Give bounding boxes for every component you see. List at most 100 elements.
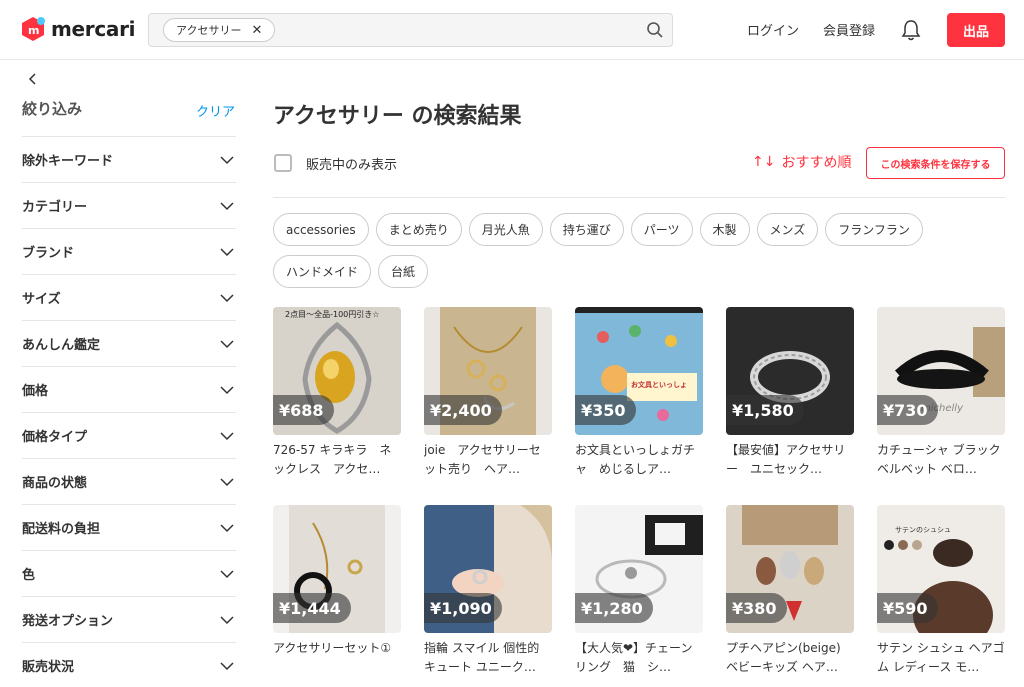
filter-list: 除外キーワード カテゴリー ブランド サイズ あんしん鑑定 価格 価格タイプ 商… bbox=[22, 136, 236, 687]
filter-label: 配送料の負担 bbox=[22, 522, 101, 537]
logo-text: mercari bbox=[51, 17, 136, 41]
item-card[interactable]: ¥1,280 【大人気❤】チェーンリング 猫 シ… bbox=[575, 505, 703, 677]
search-icon[interactable] bbox=[646, 21, 664, 39]
tag-chip[interactable]: 持ち運び bbox=[549, 213, 624, 246]
chevron-down-icon bbox=[220, 247, 234, 256]
filter-item[interactable]: 配送料の負担 bbox=[22, 504, 236, 550]
chevron-left-icon[interactable] bbox=[26, 72, 40, 86]
search-keyword-chip[interactable]: アクセサリー ✕ bbox=[163, 18, 276, 42]
tag-chip[interactable]: 木製 bbox=[699, 213, 750, 246]
thumb-overlay-text: サテンのシュシュ bbox=[895, 526, 951, 534]
item-card[interactable]: サテンのシュシュ ¥590 サテン シュシュ ヘアゴム レディース モ… bbox=[877, 505, 1005, 677]
filter-label: 色 bbox=[22, 568, 36, 583]
svg-text:m: m bbox=[28, 24, 39, 37]
filter-item[interactable]: 除外キーワード bbox=[22, 136, 236, 182]
item-card[interactable]: ¥380 プチヘアピン(beige) ベビーキッズ ヘア… bbox=[726, 505, 854, 677]
item-card[interactable]: お文具といっしょ ¥350 お文具といっしょガチャ めじるしア… bbox=[575, 307, 703, 479]
price-badge: ¥2,400 bbox=[424, 395, 502, 425]
sort-label: おすすめ順 bbox=[781, 155, 852, 171]
filter-item[interactable]: カテゴリー bbox=[22, 182, 236, 228]
item-card[interactable]: 2点目〜全品-100円引き☆ ¥688 726-57 キラキラ ネックレス アク… bbox=[273, 307, 401, 479]
item-image: サテンのシュシュ ¥590 bbox=[877, 505, 1005, 633]
item-name: カチューシャ ブラック ベルベット ベロ… bbox=[877, 443, 1001, 476]
item-image: 2点目〜全品-100円引き☆ ¥688 bbox=[273, 307, 401, 435]
filter-item[interactable]: サイズ bbox=[22, 274, 236, 320]
onsale-label[interactable]: 販売中のみ表示 bbox=[306, 154, 397, 173]
chevron-down-icon bbox=[220, 201, 234, 210]
tag-chip[interactable]: ハンドメイド bbox=[273, 255, 372, 288]
related-tags: accessories まとめ売り 月光人魚 持ち運び パーツ 木製 メンズ フ… bbox=[273, 213, 973, 288]
search-input[interactable]: アクセサリー ✕ bbox=[148, 13, 673, 47]
tag-chip[interactable]: メンズ bbox=[756, 213, 819, 246]
item-image: お文具といっしょ ¥350 bbox=[575, 307, 703, 435]
filter-item[interactable]: 価格 bbox=[22, 366, 236, 412]
signup-link[interactable]: 会員登録 bbox=[823, 20, 875, 39]
save-search-button[interactable]: この検索条件を保存する bbox=[866, 147, 1005, 179]
chevron-down-icon bbox=[220, 155, 234, 164]
filter-label: あんしん鑑定 bbox=[22, 338, 101, 353]
item-card[interactable]: ¥2,400 joie アクセサリーセット売り ヘア… bbox=[424, 307, 552, 479]
price-badge: ¥590 bbox=[877, 593, 938, 623]
item-name: 指輪 スマイル 個性的 キュート ユニーク… bbox=[424, 641, 540, 674]
filter-item[interactable]: 発送オプション bbox=[22, 596, 236, 642]
price-badge: ¥1,580 bbox=[726, 395, 804, 425]
chevron-down-icon bbox=[220, 385, 234, 394]
item-name: 726-57 キラキラ ネックレス アクセ… bbox=[273, 443, 392, 476]
header: m mercari アクセサリー ✕ ログイン 会員登録 出品 bbox=[0, 0, 1024, 60]
filter-item[interactable]: ブランド bbox=[22, 228, 236, 274]
filter-title: 絞り込み bbox=[22, 100, 83, 118]
filter-item[interactable]: 価格タイプ bbox=[22, 412, 236, 458]
filter-item[interactable]: 商品の状態 bbox=[22, 458, 236, 504]
item-card[interactable]: ¥1,444 アクセサリーセット① bbox=[273, 505, 401, 677]
price-badge: ¥1,090 bbox=[424, 593, 502, 623]
item-name: 【最安値】アクセサリー ユニセック… bbox=[726, 443, 846, 476]
chevron-down-icon bbox=[220, 523, 234, 532]
tag-chip[interactable]: フランフラン bbox=[825, 213, 923, 246]
chevron-down-icon bbox=[220, 477, 234, 486]
tag-chip[interactable]: パーツ bbox=[630, 213, 693, 246]
divider bbox=[273, 197, 1005, 198]
price-badge: ¥730 bbox=[877, 395, 938, 425]
item-image: ¥1,090 bbox=[424, 505, 552, 633]
tag-chip[interactable]: 月光人魚 bbox=[468, 213, 543, 246]
item-name: 【大人気❤】チェーンリング 猫 シ… bbox=[575, 641, 693, 674]
item-grid: 2点目〜全品-100円引き☆ ¥688 726-57 キラキラ ネックレス アク… bbox=[273, 307, 1005, 677]
item-image: ¥1,280 bbox=[575, 505, 703, 633]
mercari-logo[interactable]: m mercari bbox=[20, 16, 136, 42]
onsale-checkbox[interactable] bbox=[274, 154, 292, 172]
item-image: michelly ¥730 bbox=[877, 307, 1005, 435]
price-badge: ¥1,444 bbox=[273, 593, 351, 623]
sell-button[interactable]: 出品 bbox=[947, 13, 1005, 47]
filter-label: ブランド bbox=[22, 246, 75, 261]
tag-chip[interactable]: まとめ売り bbox=[375, 213, 462, 246]
close-icon[interactable]: ✕ bbox=[251, 23, 262, 38]
filter-label: 商品の状態 bbox=[22, 476, 88, 491]
tag-chip[interactable]: accessories bbox=[273, 213, 369, 246]
item-name: プチヘアピン(beige) ベビーキッズ ヘア… bbox=[726, 641, 841, 674]
filter-item[interactable]: あんしん鑑定 bbox=[22, 320, 236, 366]
clear-filters-link[interactable]: クリア bbox=[196, 101, 235, 120]
filter-item[interactable]: 販売状況 bbox=[22, 642, 236, 687]
price-badge: ¥350 bbox=[575, 395, 636, 425]
price-badge: ¥1,280 bbox=[575, 593, 653, 623]
item-name: サテン シュシュ ヘアゴム レディース モ… bbox=[877, 641, 1005, 674]
price-badge: ¥688 bbox=[273, 395, 334, 425]
item-image: ¥1,444 bbox=[273, 505, 401, 633]
bell-icon[interactable] bbox=[900, 18, 922, 42]
tag-chip[interactable]: 台紙 bbox=[378, 255, 429, 288]
price-badge: ¥380 bbox=[726, 593, 787, 623]
filter-label: 販売状況 bbox=[22, 660, 75, 675]
item-card[interactable]: ¥1,090 指輪 スマイル 個性的 キュート ユニーク… bbox=[424, 505, 552, 677]
chevron-down-icon bbox=[220, 661, 234, 670]
login-link[interactable]: ログイン bbox=[747, 20, 799, 39]
item-card[interactable]: michelly ¥730 カチューシャ ブラック ベルベット ベロ… bbox=[877, 307, 1005, 479]
sort-dropdown[interactable]: ↑↓ おすすめ順 bbox=[752, 152, 851, 172]
filter-label: サイズ bbox=[22, 292, 61, 307]
chevron-down-icon bbox=[220, 615, 234, 624]
item-card[interactable]: ¥1,580 【最安値】アクセサリー ユニセック… bbox=[726, 307, 854, 479]
chevron-down-icon bbox=[220, 431, 234, 440]
filter-item[interactable]: 色 bbox=[22, 550, 236, 596]
mercari-logo-icon: m bbox=[20, 16, 46, 42]
chevron-down-icon bbox=[220, 339, 234, 348]
page-title: アクセサリー の検索結果 bbox=[273, 104, 522, 129]
